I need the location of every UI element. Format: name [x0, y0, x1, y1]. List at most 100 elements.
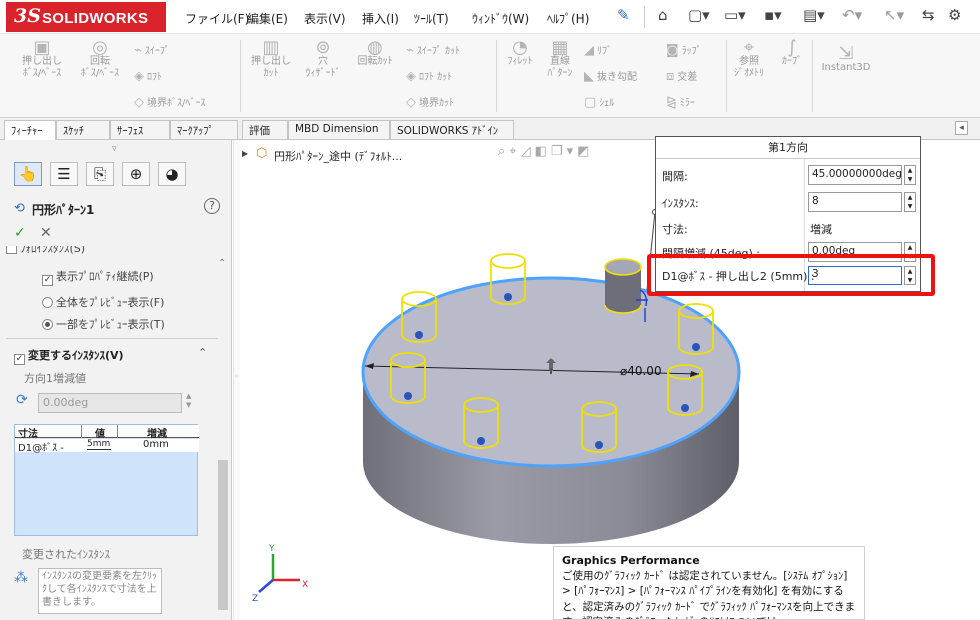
intersect-button[interactable]: ⧈ 交差 — [666, 68, 697, 84]
menu-help[interactable]: ﾍﾙﾌﾟ(H) — [547, 10, 589, 27]
option-propagate-props-label: 表示ﾌﾟﾛﾊﾟﾃｨ継続(P) — [56, 270, 154, 283]
boundary-boss-label: 境界ﾎﾞｽ/ﾍﾞｰｽ — [147, 98, 206, 109]
dimxpert-icon[interactable]: ⊕ — [122, 162, 150, 186]
menu-insert[interactable]: 挿入(I) — [362, 10, 399, 27]
feature-manager-icon[interactable]: 👆 — [14, 162, 42, 186]
tab-solidworks-addins[interactable]: SOLIDWORKS ｱﾄﾞｲﾝ — [390, 120, 514, 139]
boundary-cut-button[interactable]: ◇ 境界ｶｯﾄ — [406, 94, 454, 110]
revolved-cut-button[interactable]: ◍ 回転ｶｯﾄ — [350, 37, 400, 68]
diameter-dimension-label[interactable]: ⌀40.00 — [620, 364, 662, 378]
instant3d-label: Instant3D — [821, 62, 871, 73]
property-manager-icon[interactable]: ☰ — [50, 162, 78, 186]
checkbox[interactable] — [6, 246, 17, 254]
tab-evaluate[interactable]: 評価 — [242, 120, 288, 139]
new-document-icon[interactable]: ▢▾ — [688, 6, 710, 24]
curves-button[interactable]: ∫ ｶｰﾌﾞ — [772, 39, 812, 68]
cell-increment[interactable]: 0mm — [143, 439, 169, 450]
ok-check-icon[interactable]: ✓ — [14, 225, 26, 241]
boundary-cut-icon: ◇ — [406, 95, 416, 110]
option-partial-preview-label: 一部をﾌﾟﾚﾋﾞｭｰ表示(T) — [56, 318, 165, 331]
instances-table[interactable]: 寸法 値 増減 D1@ﾎﾞｽ - 5mm 0mm — [14, 424, 199, 536]
instant3d-button[interactable]: ⇲ Instant3D — [814, 45, 878, 74]
sweep-button[interactable]: ⌁ ｽｲｰﾌﾟ — [134, 42, 170, 58]
wrap-button[interactable]: ◙ ﾗｯﾌﾟ — [666, 42, 702, 58]
rib-button[interactable]: ◢ ﾘﾌﾞ — [584, 42, 612, 58]
save-icon[interactable]: ▪▾ — [764, 6, 782, 24]
tab-features[interactable]: ﾌｨｰﾁｬｰ — [4, 120, 56, 140]
select-icon[interactable]: ↖▾ — [884, 6, 904, 24]
spacing-spinner-icon[interactable]: ▲ ▼ — [904, 165, 916, 185]
column-header-dimension: 寸法 — [18, 429, 38, 440]
extruded-cut-button[interactable]: ▥ 押し出し ｶｯﾄ — [244, 37, 298, 80]
radio-selected[interactable] — [42, 319, 53, 330]
task-pane-toggle-icon[interactable]: ◂ — [955, 121, 968, 135]
section-collapse-icon[interactable]: ⌃ — [198, 346, 207, 359]
boundary-cut-label: 境界ｶｯﾄ — [419, 98, 454, 109]
menu-file[interactable]: ファイル(F) — [185, 10, 249, 27]
menu-view[interactable]: 表示(V) — [304, 10, 346, 27]
section-title: 変更するｲﾝｽﾀﾝｽ(V) — [28, 349, 124, 362]
tab-markup[interactable]: ﾏｰｸｱｯﾌﾟ — [170, 120, 238, 139]
option-partial-preview[interactable]: 一部をﾌﾟﾚﾋﾞｭｰ表示(T) — [42, 316, 165, 332]
help-icon[interactable]: ? — [204, 198, 220, 214]
section-modify-instances[interactable]: ✓ 変更するｲﾝｽﾀﾝｽ(V) — [14, 347, 124, 365]
modified-instances-label: 変更されたｲﾝｽﾀﾝｽ — [22, 548, 110, 561]
increment-input[interactable]: 0.00deg — [38, 393, 182, 413]
linear-pattern-button[interactable]: ▦ 直線 ﾊﾟﾀｰﾝ — [540, 39, 580, 80]
clipped-option-label: ﾌｫﾛｲﾝｽﾀﾝｽ(S) — [20, 246, 86, 255]
checkbox-checked[interactable]: ✓ — [14, 354, 25, 365]
app-name: SOLIDWORKS — [42, 10, 149, 27]
swept-cut-button[interactable]: ⌁ ｽｲｰﾌﾟ ｶｯﾄ — [406, 42, 460, 58]
solidworks-logo[interactable]: 3S SOLIDWORKS — [6, 2, 166, 32]
checkbox-checked[interactable]: ✓ — [42, 275, 53, 286]
tab-surfaces[interactable]: ｻｰﾌｪｽ — [110, 120, 170, 139]
splitter-grip-icon[interactable]: ◦ — [234, 372, 239, 381]
ribbon-separator — [496, 40, 497, 112]
revolved-cut-icon: ◍ — [367, 37, 383, 58]
panel-collapse-icon[interactable]: ▿ — [112, 144, 117, 154]
extruded-cut-icon: ▥ — [262, 37, 280, 58]
tab-sketch[interactable]: ｽｹｯﾁ — [56, 120, 110, 139]
modified-instances-list[interactable]: ｲﾝｽﾀﾝｽの変更要素を左ｸﾘｯｸして各ｲﾝｽﾀﾝｽで寸法を上書きします。 — [38, 568, 162, 614]
revolve-boss-button[interactable]: ◎ 回転 ﾎﾞｽ/ﾍﾞｰｽ — [72, 39, 128, 80]
menu-tools[interactable]: ﾂｰﾙ(T) — [414, 10, 449, 27]
undo-icon[interactable]: ↶▾ — [842, 6, 862, 24]
clipped-option: ﾌｫﾛｲﾝｽﾀﾝｽ(S) — [6, 246, 206, 258]
notice-body: ご使用のｸﾞﾗﾌｨｯｸ ｶｰﾄﾞ は認定されていません。[ｼｽﾃﾑ ｵﾌﾟｼｮﾝ… — [562, 569, 856, 620]
hole-wizard-button[interactable]: ⊚ 穴 ｳｨｻﾞｰﾄﾞ — [298, 39, 348, 80]
cell-value[interactable]: 5mm — [87, 439, 111, 450]
mirror-button[interactable]: ⧎ ﾐﾗｰ — [666, 94, 695, 110]
pin-icon[interactable]: ✎ — [617, 6, 630, 24]
display-manager-icon[interactable]: ◕ — [158, 162, 186, 186]
settings-gear-icon[interactable]: ⚙ — [948, 6, 961, 24]
option-propagate-props[interactable]: ✓ 表示ﾌﾟﾛﾊﾟﾃｨ継続(P) — [42, 268, 154, 286]
configuration-manager-icon[interactable]: ⎘ — [86, 162, 114, 186]
fillet-button[interactable]: ◔ ﾌｨﾚｯﾄ — [500, 39, 540, 68]
menu-window[interactable]: ｳｨﾝﾄﾞｳ(W) — [472, 10, 529, 27]
draft-button[interactable]: ◣ 抜き勾配 — [584, 68, 637, 84]
graphics-performance-notice[interactable]: Graphics Performance ご使用のｸﾞﾗﾌｨｯｸ ｶｰﾄﾞ は認… — [553, 546, 865, 620]
boundary-boss-button[interactable]: ◇ 境界ﾎﾞｽ/ﾍﾞｰｽ — [134, 94, 205, 110]
cancel-x-icon[interactable]: ✕ — [40, 225, 52, 241]
shell-button[interactable]: ▢ ｼｪﾙ — [584, 94, 614, 110]
collapse-up-icon[interactable]: ⌃ — [218, 258, 226, 269]
extrude-boss-button[interactable]: ▣ 押し出し ﾎﾞｽ/ﾍﾞｰｽ — [14, 39, 70, 80]
sweep-label: ｽｲｰﾌﾟ — [144, 46, 170, 57]
increment-spinner-icon[interactable]: ▲ ▼ — [186, 392, 191, 410]
print-icon[interactable]: ▤▾ — [803, 6, 825, 24]
open-folder-icon[interactable]: ▭▾ — [724, 6, 746, 24]
rebuild-icon[interactable]: ⇆ — [922, 6, 935, 24]
table-row[interactable]: D1@ﾎﾞｽ - 5mm 0mm — [15, 439, 199, 454]
home-icon[interactable]: ⌂ — [658, 6, 668, 24]
instances-input[interactable]: 8 — [808, 192, 902, 212]
reference-geometry-button[interactable]: ⌖ 参照 ｼﾞｵﾒﾄﾘ — [728, 39, 770, 80]
lofted-cut-button[interactable]: ◈ ﾛﾌﾄ ｶｯﾄ — [406, 68, 452, 84]
tab-mbd-dimension[interactable]: MBD Dimension — [288, 120, 390, 139]
spacing-input[interactable]: 45.00000000deg — [808, 165, 902, 185]
instances-spinner-icon[interactable]: ▲ ▼ — [904, 192, 916, 212]
menu-edit[interactable]: 編集(E) — [247, 10, 288, 27]
radio[interactable] — [42, 297, 53, 308]
pm-scrollbar[interactable] — [218, 460, 228, 610]
option-full-preview[interactable]: 全体をﾌﾟﾚﾋﾞｭｰ表示(F) — [42, 294, 164, 310]
loft-button[interactable]: ◈ ﾛﾌﾄ — [134, 68, 162, 84]
